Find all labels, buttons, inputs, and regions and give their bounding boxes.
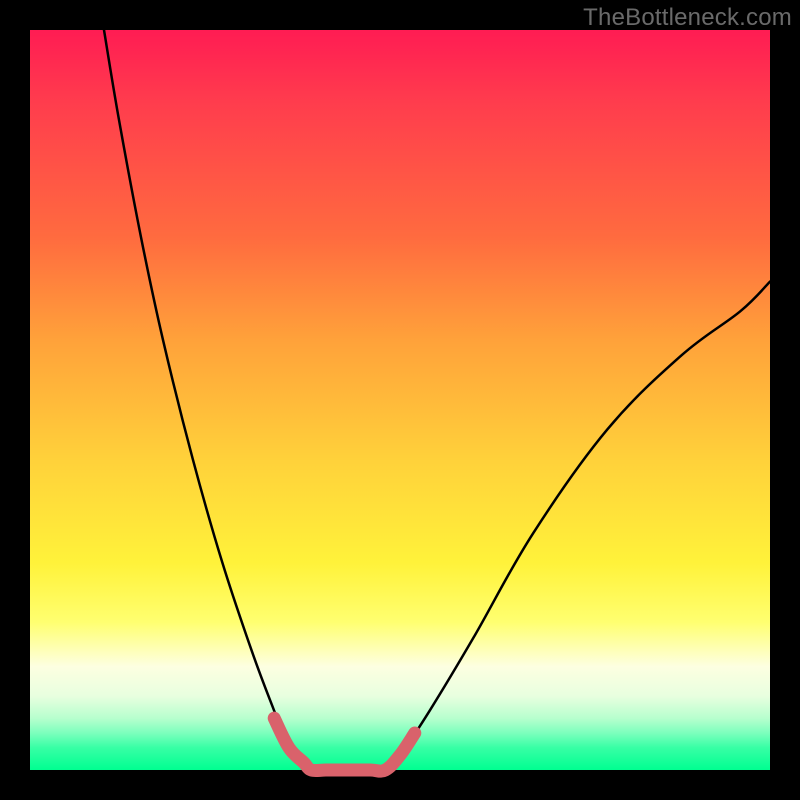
watermark-text: TheBottleneck.com: [583, 4, 792, 32]
red-trough-path: [274, 718, 415, 771]
black-curve-right-path: [385, 282, 770, 770]
chart-frame: TheBottleneck.com: [0, 0, 800, 800]
plot-area: [30, 30, 770, 770]
black-curve: [104, 30, 770, 770]
curve-layer: [30, 30, 770, 770]
red-trough: [274, 718, 415, 771]
black-curve-left-path: [104, 30, 311, 770]
